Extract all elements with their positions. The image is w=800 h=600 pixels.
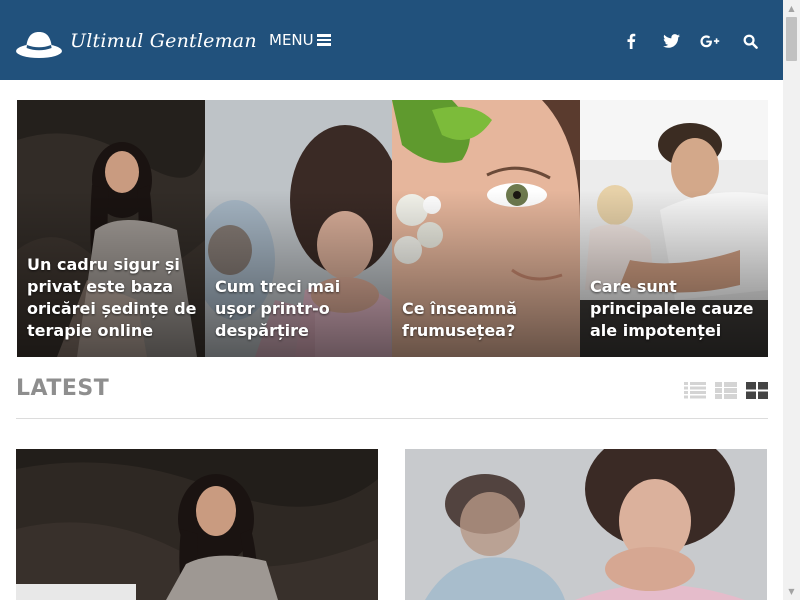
site-header: Ultimul Gentleman MENU xyxy=(0,0,783,80)
featured-title[interactable]: Un cadru sigur și privat este baza orică… xyxy=(27,254,197,342)
search-icon[interactable] xyxy=(738,30,762,52)
featured-title[interactable]: Care sunt principalele cauze ale impoten… xyxy=(590,276,760,342)
page-viewport: Ultimul Gentleman MENU Un cadru sigur și… xyxy=(0,0,783,600)
section-divider xyxy=(16,418,768,419)
featured-card[interactable]: Ce înseamnă frumusețea? xyxy=(392,100,580,357)
vertical-scrollbar[interactable]: ▲ ▼ xyxy=(783,0,800,600)
post-card[interactable] xyxy=(405,449,767,600)
hat-logo-icon xyxy=(16,32,62,58)
featured-card[interactable]: Care sunt principalele cauze ale impoten… xyxy=(580,100,768,357)
scroll-down-arrow-icon[interactable]: ▼ xyxy=(783,583,800,600)
post-image xyxy=(405,449,767,600)
latest-heading: LATEST xyxy=(16,376,110,401)
menu-button[interactable]: MENU xyxy=(269,31,331,49)
list-view-icon[interactable] xyxy=(684,382,706,399)
scrollbar-thumb[interactable] xyxy=(786,17,797,61)
featured-title[interactable]: Cum treci mai ușor printr-o despărțire xyxy=(215,276,384,342)
featured-card[interactable]: Un cadru sigur și privat este baza orică… xyxy=(17,100,205,357)
twitter-icon[interactable] xyxy=(659,30,683,52)
compact-list-view-icon[interactable] xyxy=(715,382,737,399)
hamburger-icon xyxy=(316,34,331,46)
site-logo[interactable]: Ultimul Gentleman xyxy=(15,27,257,59)
grid-view-icon[interactable] xyxy=(746,382,768,399)
site-name: Ultimul Gentleman xyxy=(70,30,257,52)
scroll-up-arrow-icon[interactable]: ▲ xyxy=(783,0,800,17)
featured-title[interactable]: Ce înseamnă frumusețea? xyxy=(402,298,572,342)
google-plus-icon[interactable] xyxy=(698,30,722,52)
view-mode-switcher xyxy=(684,382,768,400)
featured-posts: Un cadru sigur și privat este baza orică… xyxy=(17,100,768,357)
menu-label: MENU xyxy=(269,31,314,49)
facebook-icon[interactable] xyxy=(619,30,643,52)
post-image xyxy=(16,449,378,600)
post-card[interactable] xyxy=(16,449,378,600)
featured-card[interactable]: Cum treci mai ușor printr-o despărțire xyxy=(205,100,392,357)
